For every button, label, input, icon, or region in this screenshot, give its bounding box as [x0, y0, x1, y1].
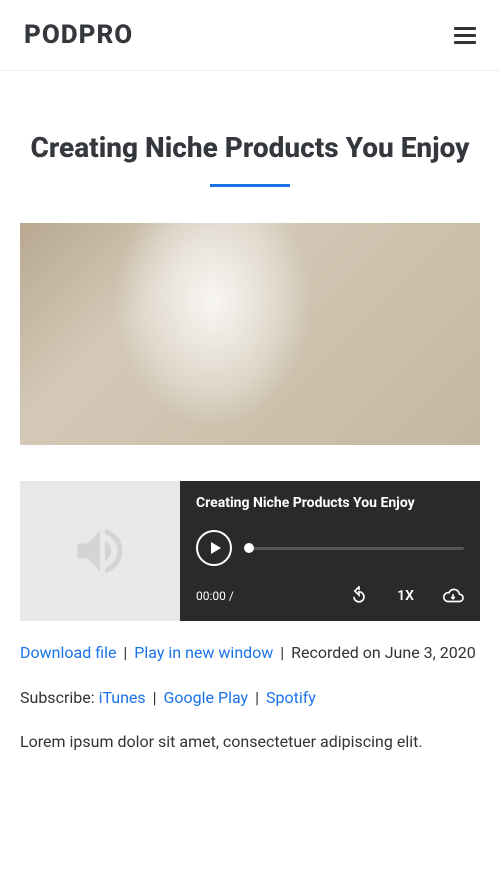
player-actions: 1X: [349, 585, 464, 607]
separator: |: [280, 643, 284, 662]
separator: |: [123, 643, 127, 662]
page-title: Creating Niche Products You Enjoy: [20, 131, 480, 164]
play-button[interactable]: [196, 530, 232, 566]
body-text: Lorem ipsum dolor sit amet, consectetuer…: [20, 729, 480, 755]
recorded-prefix: Recorded on: [291, 643, 385, 662]
header: PODPRO: [0, 0, 500, 71]
hamburger-menu-icon[interactable]: [454, 27, 476, 44]
separator: |: [153, 688, 157, 707]
time-elapsed: 00:00 /: [196, 589, 234, 603]
recorded-date: June 3, 2020: [385, 643, 476, 662]
player-track-title: Creating Niche Products You Enjoy: [196, 495, 464, 511]
speed-button[interactable]: 1X: [397, 588, 414, 604]
main-content: Creating Niche Products You Enjoy Creati…: [0, 131, 500, 755]
site-logo[interactable]: PODPRO: [24, 20, 133, 50]
download-file-link[interactable]: Download file: [20, 643, 116, 662]
title-underline: [210, 184, 290, 187]
speaker-icon: [70, 521, 130, 581]
audio-player: Creating Niche Products You Enjoy 00:00 …: [20, 481, 480, 621]
subscribe-spotify[interactable]: Spotify: [266, 688, 316, 707]
episode-links: Download file | Play in new window | Rec…: [20, 639, 480, 666]
player-bottom-row: 00:00 / 1X: [196, 585, 464, 607]
subscribe-itunes[interactable]: iTunes: [99, 688, 146, 707]
subscribe-row: Subscribe: iTunes | Google Play | Spotif…: [20, 688, 480, 707]
subscribe-label: Subscribe:: [20, 688, 99, 707]
separator: |: [255, 688, 259, 707]
play-new-window-link[interactable]: Play in new window: [134, 643, 273, 662]
subscribe-google[interactable]: Google Play: [164, 688, 249, 707]
progress-bar[interactable]: [244, 547, 464, 550]
player-progress-row: [196, 530, 464, 566]
download-icon[interactable]: [442, 585, 464, 607]
rewind-icon[interactable]: [349, 586, 369, 606]
hero-image: [20, 223, 480, 445]
player-controls: Creating Niche Products You Enjoy 00:00 …: [180, 481, 480, 621]
player-artwork: [20, 481, 180, 621]
